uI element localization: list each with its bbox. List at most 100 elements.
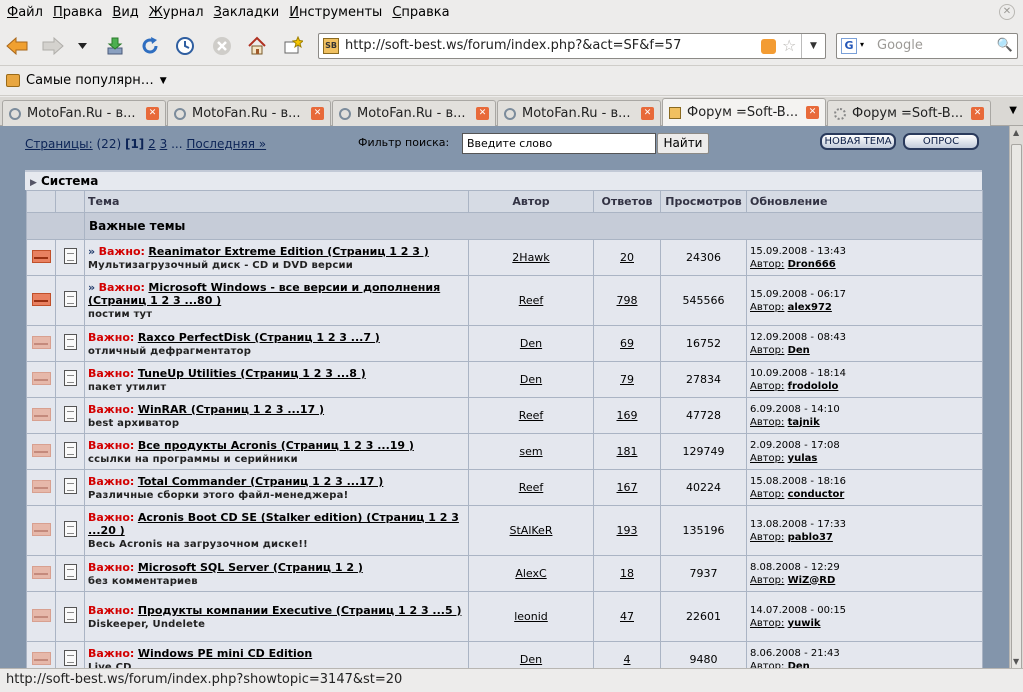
- history-button[interactable]: [172, 33, 198, 59]
- last-author-link[interactable]: yulas: [788, 453, 818, 464]
- last-page-link[interactable]: Последняя »: [186, 137, 266, 151]
- topic-author-link[interactable]: AlexC: [515, 567, 546, 580]
- tab-soft-best-active[interactable]: Форум =Soft-B... ✕: [662, 98, 826, 126]
- menu-edit[interactable]: Правка: [48, 0, 107, 25]
- topic-author-link[interactable]: Reef: [519, 294, 544, 307]
- topic-title-link[interactable]: Reanimator Extreme Edition (Страниц 1 2 …: [148, 245, 428, 258]
- magnifier-icon[interactable]: 🔍: [997, 38, 1013, 53]
- topic-replies-link[interactable]: 193: [617, 524, 638, 537]
- last-author-link[interactable]: Den: [788, 661, 810, 669]
- last-author-label[interactable]: Автор:: [750, 532, 784, 543]
- topic-replies-link[interactable]: 18: [620, 567, 634, 580]
- tab-close-icon[interactable]: ✕: [146, 107, 159, 120]
- menu-file[interactable]: Файл: [2, 0, 48, 25]
- search-bar[interactable]: G ▾ Google 🔍: [836, 33, 1018, 59]
- page-2-link[interactable]: 2: [148, 137, 156, 151]
- tab-motofan-1[interactable]: MotoFan.Ru - в... ✕: [2, 100, 166, 126]
- last-author-label[interactable]: Автор:: [750, 259, 784, 270]
- last-author-link[interactable]: Dron666: [788, 259, 836, 270]
- topic-author-link[interactable]: Den: [520, 373, 542, 386]
- engine-dropdown-icon[interactable]: ▾: [860, 40, 864, 49]
- back-button[interactable]: [4, 33, 30, 59]
- rss-feed-icon[interactable]: [761, 39, 776, 54]
- close-window-icon[interactable]: ✕: [999, 4, 1015, 20]
- last-author-label[interactable]: Автор:: [750, 453, 784, 464]
- topic-title-link[interactable]: Все продукты Acronis (Страниц 1 2 3 ...1…: [138, 439, 414, 452]
- menu-view[interactable]: Вид: [107, 0, 143, 25]
- topic-author-link[interactable]: Reef: [519, 409, 544, 422]
- topic-replies-link[interactable]: 69: [620, 337, 634, 350]
- topic-author-link[interactable]: Reef: [519, 481, 544, 494]
- table-row[interactable]: Важно: TuneUp Utilities (Страниц 1 2 3 .…: [26, 361, 983, 398]
- topic-replies-link[interactable]: 798: [617, 294, 638, 307]
- menu-tools[interactable]: Инструменты: [284, 0, 387, 25]
- new-bookmark-button[interactable]: [280, 33, 306, 59]
- topic-author-link[interactable]: StAlKeR: [510, 524, 553, 537]
- table-row[interactable]: Важно: WinRAR (Страниц 1 2 3 ...17 ) best…: [26, 397, 983, 434]
- topic-title-link[interactable]: WinRAR (Страниц 1 2 3 ...17 ): [138, 403, 324, 416]
- bookmark-most-popular[interactable]: Самые популярн…: [26, 73, 154, 88]
- topic-author-link[interactable]: sem: [519, 445, 542, 458]
- topic-title-link[interactable]: TuneUp Utilities (Страниц 1 2 3 ...8 ): [138, 367, 366, 380]
- history-dropdown-button[interactable]: [72, 33, 92, 59]
- pages-label-link[interactable]: Страницы:: [25, 137, 93, 151]
- table-row[interactable]: Важно: Acronis Boot CD SE (Stalker editi…: [26, 505, 983, 556]
- table-row[interactable]: Важно: Все продукты Acronis (Страниц 1 2…: [26, 433, 983, 470]
- tab-close-icon[interactable]: ✕: [311, 107, 324, 120]
- menu-bookmarks[interactable]: Закладки: [209, 0, 285, 25]
- last-author-label[interactable]: Автор:: [750, 661, 784, 669]
- last-author-label[interactable]: Автор:: [750, 618, 784, 629]
- tab-close-icon[interactable]: ✕: [971, 107, 984, 120]
- last-author-link[interactable]: WiZ@RD: [788, 575, 836, 586]
- last-author-link[interactable]: Den: [788, 345, 810, 356]
- filter-input[interactable]: Введите слово: [462, 133, 656, 154]
- topic-replies-link[interactable]: 167: [617, 481, 638, 494]
- table-row[interactable]: Важно: Продукты компании Executive (Стра…: [26, 591, 983, 642]
- scrollbar-thumb[interactable]: [1011, 144, 1022, 678]
- forward-button[interactable]: [40, 33, 66, 59]
- table-row[interactable]: Важно: Windows PE mini CD Edition Live CD…: [26, 641, 983, 669]
- star-icon[interactable]: ☆: [782, 36, 796, 55]
- topic-author-link[interactable]: Den: [520, 653, 542, 666]
- topic-title-link[interactable]: Microsoft SQL Server (Страниц 1 2 ): [138, 561, 363, 574]
- tab-close-icon[interactable]: ✕: [641, 107, 654, 120]
- address-dropdown-button[interactable]: ▼: [801, 34, 825, 58]
- table-row[interactable]: Важно: Raxco PerfectDisk (Страниц 1 2 3 …: [26, 325, 983, 362]
- topic-title-link[interactable]: Acronis Boot CD SE (Stalker edition) (Ст…: [88, 511, 459, 537]
- stop-button[interactable]: [209, 33, 235, 59]
- address-bar[interactable]: SB http://soft-best.ws/forum/index.php?&…: [318, 33, 826, 59]
- tab-motofan-3[interactable]: MotoFan.Ru - в... ✕: [332, 100, 496, 126]
- topic-replies-link[interactable]: 169: [617, 409, 638, 422]
- address-url[interactable]: http://soft-best.ws/forum/index.php?&act…: [345, 38, 681, 53]
- new-topic-button[interactable]: НОВАЯ ТЕМА: [820, 133, 896, 150]
- table-row[interactable]: » Важно: Reanimator Extreme Edition (Стр…: [26, 239, 983, 276]
- search-input[interactable]: Google: [877, 38, 923, 53]
- last-author-link[interactable]: alex972: [788, 302, 832, 313]
- topic-title-link[interactable]: Windows PE mini CD Edition: [138, 647, 312, 660]
- find-button[interactable]: Найти: [657, 133, 709, 154]
- menu-history[interactable]: Журнал: [144, 0, 209, 25]
- tab-close-icon[interactable]: ✕: [476, 107, 489, 120]
- reload-button[interactable]: [137, 33, 163, 59]
- topic-replies-link[interactable]: 181: [617, 445, 638, 458]
- topic-replies-link[interactable]: 47: [620, 610, 634, 623]
- topic-replies-link[interactable]: 20: [620, 251, 634, 264]
- google-engine-icon[interactable]: G: [841, 38, 857, 54]
- vertical-scrollbar[interactable]: ▲ ▼: [1009, 126, 1023, 678]
- tab-close-icon[interactable]: ✕: [806, 106, 819, 119]
- menu-help[interactable]: Справка: [387, 0, 454, 25]
- download-button[interactable]: [102, 33, 128, 59]
- chevron-down-icon[interactable]: ▼: [160, 76, 167, 86]
- scroll-down-icon[interactable]: ▼: [1013, 657, 1019, 666]
- table-row[interactable]: Важно: Total Commander (Страниц 1 2 3 ..…: [26, 469, 983, 506]
- poll-button[interactable]: ОПРОС: [903, 133, 979, 150]
- topic-title-link[interactable]: Raxco PerfectDisk (Страниц 1 2 3 ...7 ): [138, 331, 380, 344]
- topic-author-link[interactable]: 2Hawk: [512, 251, 549, 264]
- topic-replies-link[interactable]: 4: [624, 653, 631, 666]
- tab-list-dropdown-icon[interactable]: ▼: [1009, 105, 1017, 116]
- last-author-link[interactable]: pablo37: [788, 532, 833, 543]
- table-row[interactable]: » Важно: Microsoft Windows - все версии …: [26, 275, 983, 326]
- page-3-link[interactable]: 3: [160, 137, 168, 151]
- topic-author-link[interactable]: Den: [520, 337, 542, 350]
- topic-replies-link[interactable]: 79: [620, 373, 634, 386]
